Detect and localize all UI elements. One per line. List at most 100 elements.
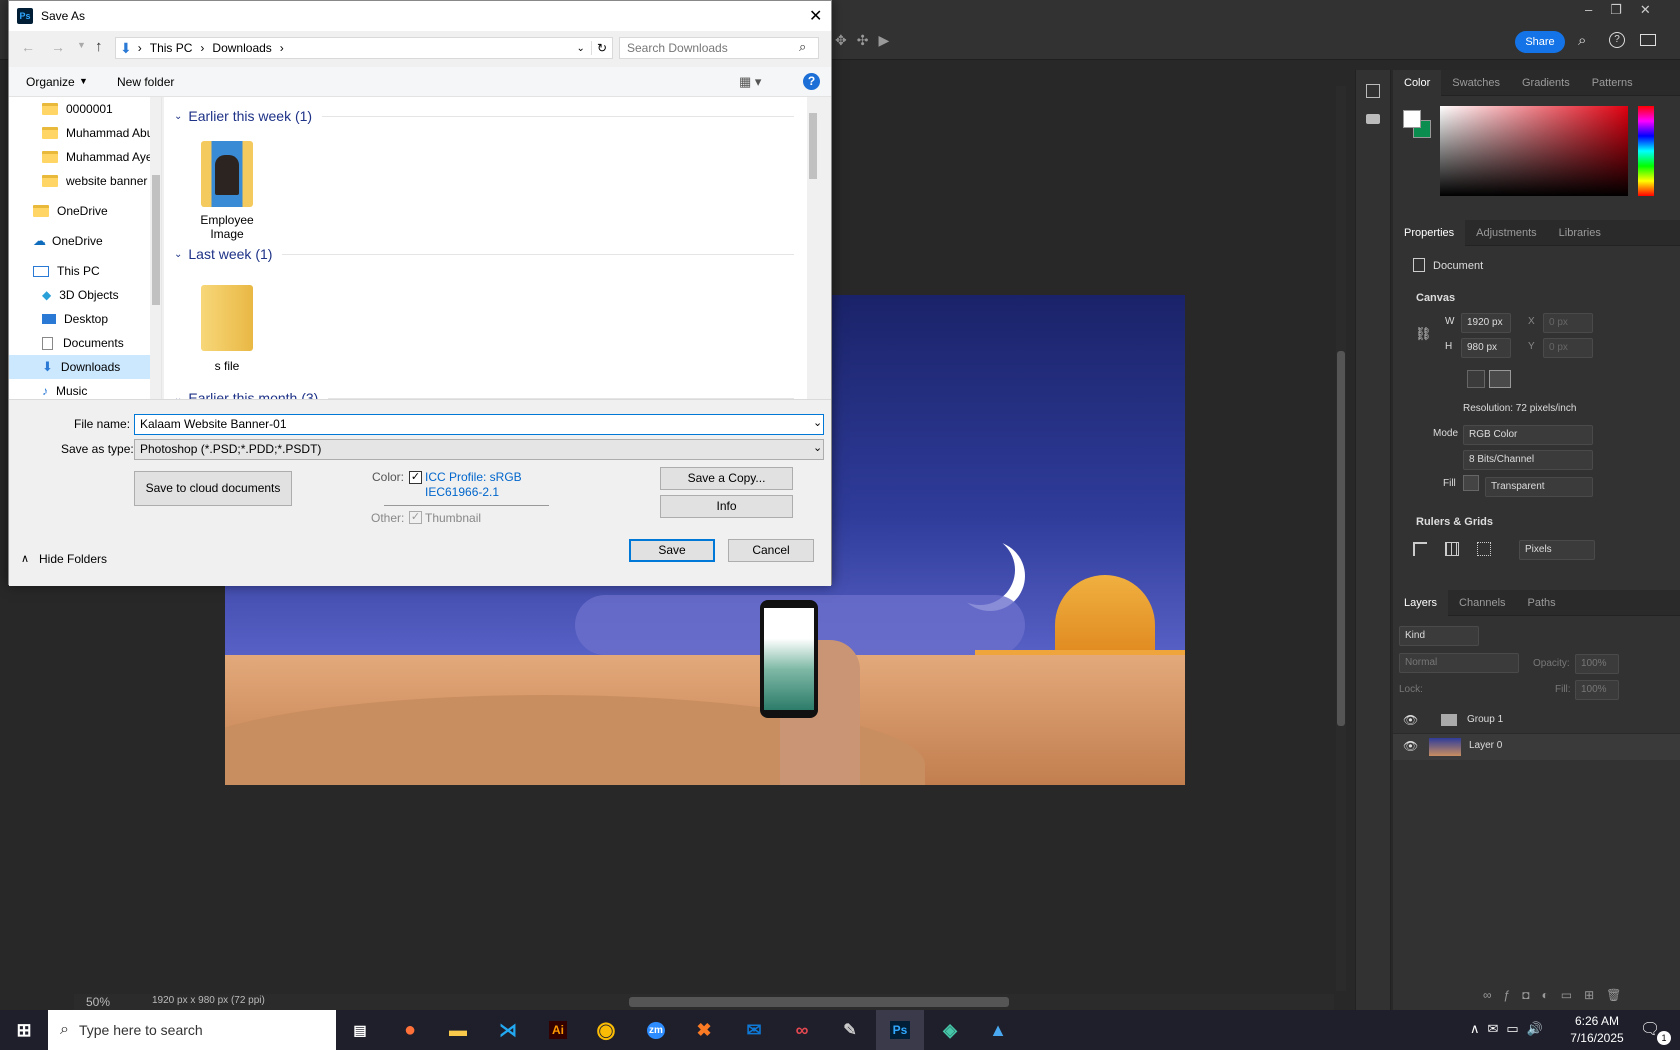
save-type-select[interactable]: Photoshop (*.PSD;*.PDD;*.PSDT) [134,439,824,460]
save-a-copy-button[interactable]: Save a Copy... [660,467,793,490]
height-input[interactable]: 980 px [1461,338,1511,358]
up-icon[interactable]: ↑ [95,38,103,55]
chevron-down-icon[interactable]: ⌄ [813,441,822,454]
info-button[interactable]: Info [660,495,793,518]
layer-row[interactable]: 👁 Layer 0 [1393,734,1680,760]
icc-profile-text-2[interactable]: IEC61966-2.1 [425,485,499,499]
photoshop-taskbar-icon[interactable]: Ps [876,1010,924,1050]
tab-swatches[interactable]: Swatches [1441,70,1511,96]
nav-item[interactable]: Muhammad Ayes [9,145,161,169]
illustrator-icon[interactable]: Ai [534,1010,582,1050]
nav-item[interactable]: 0000001 [9,97,161,121]
opacity-input[interactable]: 100% [1575,654,1619,674]
eye-icon[interactable]: 👁 [1403,713,1418,727]
history-icon[interactable] [1366,84,1380,98]
portrait-icon[interactable] [1467,370,1485,388]
fill-swatch[interactable] [1463,475,1479,491]
tab-gradients[interactable]: Gradients [1511,70,1581,96]
nav-item[interactable]: Documents [9,331,161,355]
canvas-section-label[interactable]: Canvas [1416,292,1455,304]
task-view-icon[interactable]: ▤ [336,1010,384,1050]
ruler-icon[interactable] [1413,542,1427,556]
rulers-grids-label[interactable]: Rulers & Grids [1416,516,1493,528]
nav-item[interactable]: Desktop [9,307,161,331]
nav-item[interactable]: ◆ 3D Objects [9,283,161,307]
save-button[interactable]: Save [629,539,715,562]
zoom-level[interactable]: 50% [86,995,110,1009]
help-icon[interactable]: ? [803,73,820,90]
recent-dropdown-icon[interactable]: ▼ [77,40,86,50]
horizontal-scrollbar[interactable] [629,997,1009,1007]
photos-icon[interactable]: ▲ [974,1010,1022,1050]
file-explorer-icon[interactable]: ▬ [434,1010,482,1050]
close-icon[interactable]: ✕ [809,6,822,26]
chevron-up-icon[interactable]: ∧ [21,552,29,565]
nav-item[interactable]: Muhammad Abu [9,121,161,145]
vertical-scrollbar[interactable] [1336,86,1346,991]
y-input[interactable]: 0 px [1543,338,1593,358]
chevron-down-icon[interactable]: ⌄ [577,43,585,54]
doc-info[interactable]: 1920 px x 980 px (72 ppi) [152,995,265,1006]
nav-item-downloads[interactable]: ⬇ Downloads [9,355,161,379]
hide-folders-button[interactable]: Hide Folders [39,552,107,566]
eye-icon[interactable]: 👁 [1403,739,1418,753]
layer-name[interactable]: Group 1 [1467,714,1503,725]
width-input[interactable]: 1920 px [1461,313,1511,333]
share-button[interactable]: Share [1515,31,1565,53]
group-header[interactable]: ⌄ Last week (1) [174,243,804,265]
address-bar[interactable]: ⬇ › This PC › Downloads › ⌄ ↻ [115,37,613,59]
xampp-icon[interactable]: ✖ [680,1010,728,1050]
chevron-down-icon[interactable]: ⌄ [813,416,822,429]
group-header[interactable]: ⌄ Earlier this week (1) [174,105,804,127]
nav-item-this-pc[interactable]: This PC [9,259,161,283]
outlook-icon[interactable]: ✉ [730,1010,778,1050]
bits-select[interactable]: 8 Bits/Channel [1463,450,1593,470]
landscape-icon[interactable] [1489,370,1511,388]
tab-layers[interactable]: Layers [1393,589,1449,616]
nav-item-onedrive-cloud[interactable]: ☁ OneDrive [9,229,161,253]
3d-mode-icons[interactable]: ✥✣▶ [835,32,899,49]
file-item[interactable]: s file [192,285,262,373]
cancel-button[interactable]: Cancel [728,539,814,562]
view-icon[interactable]: ▦ ▾ [739,74,761,90]
forward-icon[interactable]: → [51,39,65,55]
refresh-icon[interactable]: ↻ [590,41,612,55]
tab-color[interactable]: Color [1393,69,1442,96]
layer-name[interactable]: Layer 0 [1469,740,1502,751]
thumbnail-checkbox[interactable]: ✓ [409,511,422,524]
breadcrumb-downloads[interactable]: Downloads [212,41,271,55]
start-icon[interactable]: ⊞ [0,1010,48,1050]
new-folder-button[interactable]: New folder [117,75,174,89]
app-icon[interactable]: ◈ [926,1010,974,1050]
fill-select[interactable]: Transparent [1485,477,1593,497]
taskbar-search[interactable]: ⌕ Type here to search [48,1010,336,1050]
tab-patterns[interactable]: Patterns [1581,70,1644,96]
layer-row[interactable]: 👁 Group 1 [1393,708,1680,734]
guides-icon[interactable] [1477,542,1491,556]
window-controls[interactable]: –❐✕ [1585,2,1669,18]
comments-icon[interactable] [1366,114,1380,124]
tray-icons[interactable]: ∧✉▭🔊 [1470,1021,1551,1037]
file-name-input[interactable]: Kalaam Website Banner-01 [134,414,824,435]
grid-icon[interactable] [1445,542,1459,556]
blend-mode-select[interactable]: Normal [1399,653,1519,673]
units-select[interactable]: Pixels [1519,540,1595,560]
search-input[interactable]: Search Downloads [619,37,819,59]
chrome-icon[interactable]: ◉ [582,1010,630,1050]
pen-tool-icon[interactable]: ✎ [826,1010,874,1050]
group-header[interactable]: ⌄ Earlier this month (3) [174,387,804,399]
icc-checkbox[interactable]: ✓ [409,471,422,484]
nav-item-onedrive[interactable]: OneDrive [9,199,161,223]
tab-properties[interactable]: Properties [1393,219,1466,246]
mode-select[interactable]: RGB Color [1463,425,1593,445]
tab-channels[interactable]: Channels [1448,590,1516,616]
save-to-cloud-button[interactable]: Save to cloud documents [134,471,292,506]
nav-item[interactable]: website banner [9,169,161,193]
link-icon[interactable]: ⛓ [1415,326,1432,342]
organize-button[interactable]: Organize [26,75,75,89]
icc-profile-text[interactable]: ICC Profile: sRGB [425,470,522,484]
hue-slider[interactable] [1638,106,1654,196]
help-icon[interactable]: ? [1609,32,1625,48]
firefox-icon[interactable]: ● [386,1010,434,1050]
tab-libraries[interactable]: Libraries [1548,220,1612,246]
